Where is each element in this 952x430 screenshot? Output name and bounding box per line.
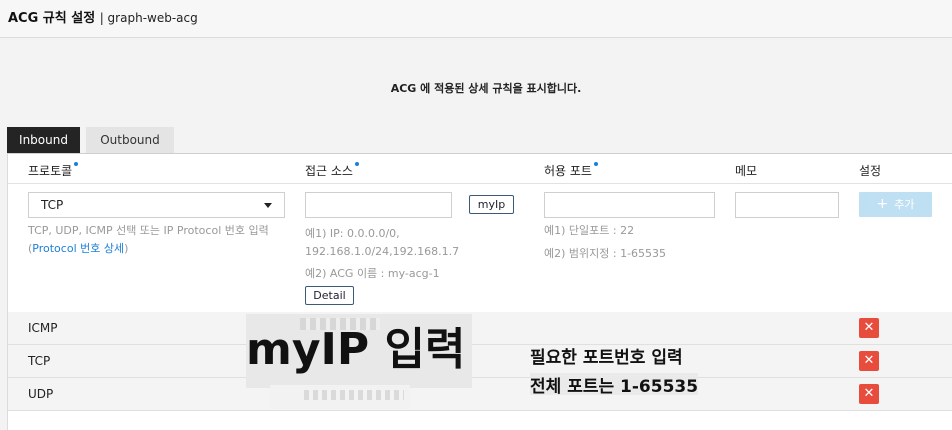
delete-icon[interactable]: ✕ — [859, 384, 879, 404]
rule-protocol: ICMP — [28, 321, 58, 335]
plus-icon: + — [876, 196, 889, 212]
header-divider — [8, 183, 952, 184]
redacted-value — [300, 318, 380, 330]
protocol-help-text: TCP, UDP, ICMP 선택 또는 IP Protocol 번호 입력 — [28, 224, 269, 237]
tab-inbound[interactable]: Inbound — [7, 127, 80, 153]
source-help-line2: 192.168.1.0/24,192.168.1.7 — [305, 245, 460, 258]
port-annotation-line2: 전체 포트는 1-65535 — [530, 377, 699, 397]
delete-icon[interactable]: ✕ — [859, 351, 879, 371]
source-input[interactable] — [305, 192, 452, 218]
port-input[interactable] — [544, 192, 715, 218]
tab-outbound[interactable]: Outbound — [86, 127, 174, 153]
column-header-protocol: 프로토콜 — [28, 162, 78, 179]
protocol-selected-value: TCP — [41, 198, 64, 212]
column-header-memo: 메모 — [735, 164, 758, 178]
column-header-source: 접근 소스 — [305, 162, 359, 179]
column-header-port: 허용 포트 — [544, 162, 598, 179]
redacted-value — [304, 390, 404, 400]
port-help-line1: 예1) 단일포트 : 22 — [544, 224, 635, 237]
source-help-line1: 예1) IP: 0.0.0.0/0, — [305, 227, 400, 240]
protocol-select[interactable]: TCP — [28, 192, 285, 218]
detail-button[interactable]: Detail — [305, 286, 354, 305]
column-header-settings: 설정 — [859, 164, 882, 178]
window-header: ACG 규칙 설정 | graph-web-acg — [0, 0, 952, 38]
protocol-number-link[interactable]: Protocol 번호 상세 — [32, 242, 124, 255]
port-annotation: 필요한 포트번호 입력 전체 포트는 1-65535 — [530, 343, 734, 397]
table-row: UDP ✕ — [8, 378, 952, 411]
rule-protocol: UDP — [28, 387, 54, 401]
table-row: ICMP ✕ — [8, 312, 952, 345]
add-rule-button[interactable]: + 추가 — [859, 192, 932, 217]
myip-button[interactable]: myIp — [469, 195, 514, 214]
port-help-line2: 예2) 범위지정 : 1-65535 — [544, 247, 667, 260]
rules-panel: 프로토콜 접근 소스 허용 포트 메모 설정 TCP TCP, UDP, ICM… — [7, 153, 952, 430]
source-help: 예1) IP: 0.0.0.0/0, 192.168.1.0/24,192.16… — [305, 225, 485, 283]
page-title: ACG 규칙 설정 | graph-web-acg — [8, 11, 198, 26]
rule-protocol: TCP — [28, 354, 51, 368]
paren-close: ) — [124, 242, 129, 255]
source-help-line3: 예2) ACG 이름 : my-acg-1 — [305, 267, 440, 280]
port-annotation-line1: 필요한 포트번호 입력 — [530, 348, 683, 368]
myip-annotation-text: myIP 입력 — [246, 324, 466, 375]
port-help: 예1) 단일포트 : 22 예2) 범위지정 : 1-65535 — [544, 222, 724, 263]
caret-down-icon — [264, 203, 272, 208]
acg-name: | graph-web-acg — [99, 11, 198, 25]
table-row: TCP ✕ — [8, 345, 952, 378]
protocol-help: TCP, UDP, ICMP 선택 또는 IP Protocol 번호 입력 (… — [28, 222, 298, 258]
add-rule-label: 추가 — [894, 198, 915, 211]
memo-input[interactable] — [735, 192, 839, 218]
page-description: ACG 에 적용된 상세 규칙을 표시합니다. — [390, 82, 582, 95]
delete-icon[interactable]: ✕ — [859, 318, 879, 338]
